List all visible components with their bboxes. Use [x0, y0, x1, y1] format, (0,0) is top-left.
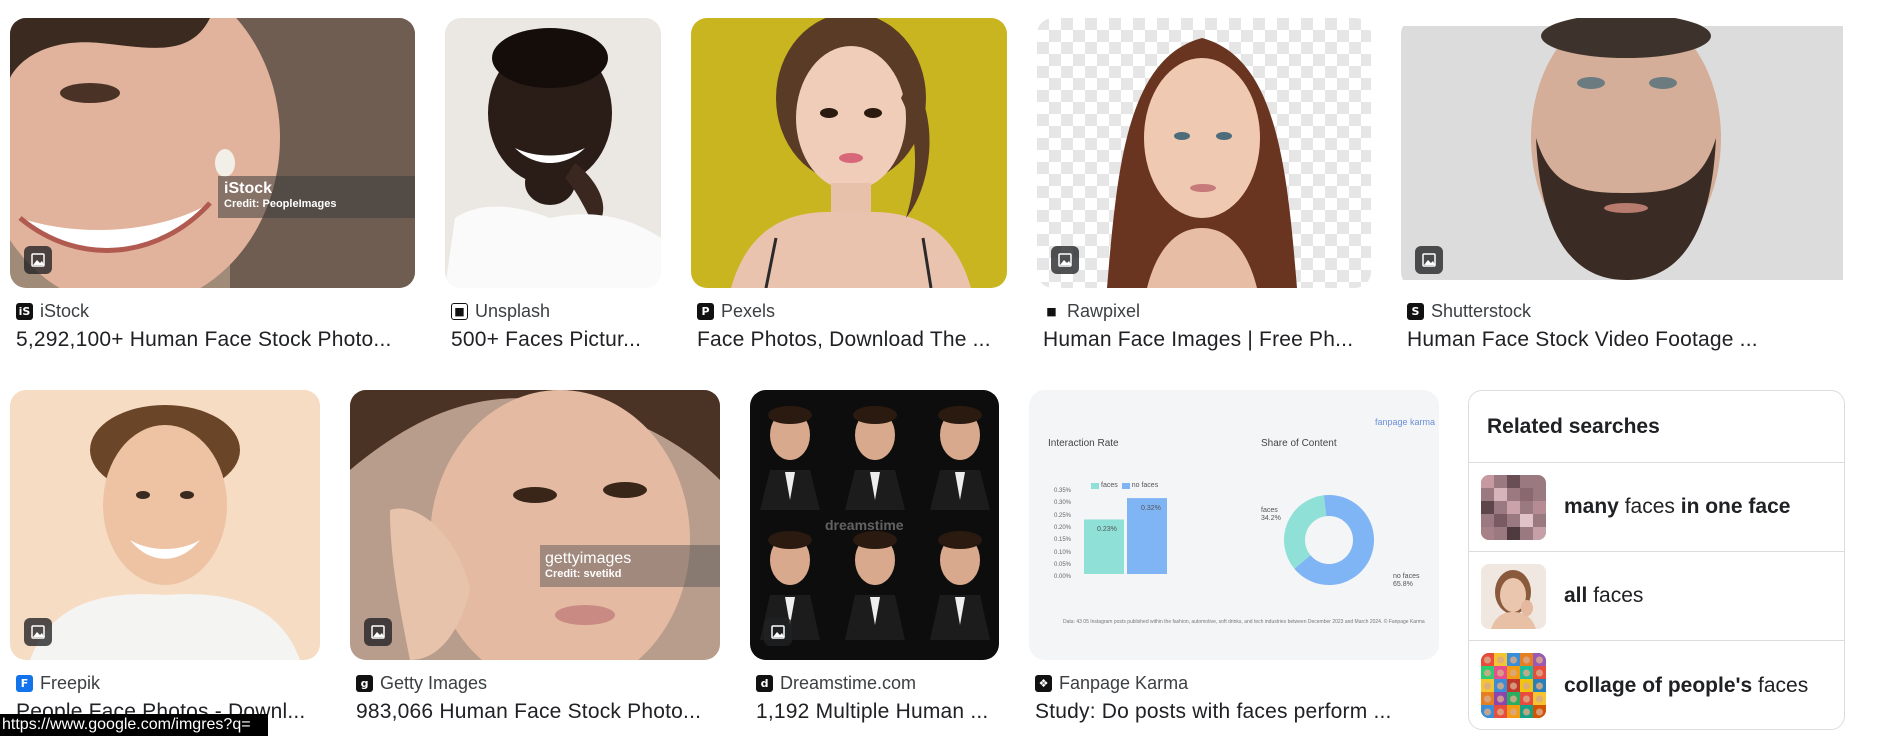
source-name: Dreamstime.com — [780, 672, 917, 693]
source-name: iStock — [40, 300, 90, 321]
source-name: Fanpage Karma — [1059, 672, 1189, 693]
dreamstime-watermark: dreamstime — [825, 517, 904, 533]
related-search-text: many faces in one face — [1564, 495, 1791, 518]
woman-closeup-image — [350, 390, 720, 660]
woman-transparent-background-image — [1037, 18, 1371, 288]
related-search-text: collage of people's faces — [1564, 673, 1809, 697]
result-title[interactable]: Study: Do posts with faces perform ... — [1035, 700, 1445, 726]
image-badge-icon — [1051, 246, 1079, 274]
result-source: S Shutterstock — [1407, 300, 1531, 322]
donut-slice-faces — [1284, 495, 1327, 569]
pie-faces-label: faces 34.2% — [1261, 507, 1281, 522]
result-thumbnail[interactable]: dreamstime — [750, 390, 999, 660]
freepik-favicon-icon: F — [16, 674, 33, 692]
getty-favicon-icon: g — [356, 674, 373, 692]
result-thumbnail[interactable]: fanpage karma Interaction Rate Share of … — [1029, 390, 1439, 660]
y-tick-label: 0.20% — [1054, 524, 1072, 531]
result-source: ■ Rawpixel — [1043, 300, 1140, 322]
result-source: ❖ Fanpage Karma — [1035, 672, 1188, 694]
getty-watermark: gettyimages Credit: svetikd — [545, 550, 632, 580]
result-source: ■ Unsplash — [451, 300, 550, 322]
bar-faces-label: 0.23% — [1097, 526, 1117, 533]
donut-chart — [1284, 495, 1374, 585]
y-tick-label: 0.05% — [1054, 561, 1072, 568]
chart-footnote: Data: 43 05 Instagram posts published wi… — [1063, 619, 1425, 625]
smiling-man-image — [445, 18, 661, 288]
result-title[interactable]: 983,066 Human Face Stock Photo... — [356, 700, 726, 726]
result-title[interactable]: Human Face Stock Video Footage ... — [1407, 328, 1851, 354]
smiling-woman-closeup-image — [10, 18, 415, 288]
related-thumbnail — [1481, 563, 1546, 629]
image-badge-icon — [24, 246, 52, 274]
bearded-man-image — [1401, 18, 1845, 288]
related-search-text: all faces — [1564, 584, 1644, 607]
shutterstock-favicon-icon: S — [1407, 302, 1424, 320]
rawpixel-favicon-icon: ■ — [1043, 302, 1060, 320]
woman-face-image — [1481, 563, 1546, 629]
related-thumbnail — [1481, 474, 1546, 540]
smiling-young-man-image — [10, 390, 320, 660]
related-thumbnail — [1481, 653, 1546, 718]
legend-no-faces-label: no faces — [1131, 482, 1159, 489]
mosaic-face-image — [1481, 474, 1546, 540]
result-thumbnail[interactable]: gettyimages Credit: svetikd — [350, 390, 720, 660]
y-tick-label: 0.30% — [1054, 500, 1072, 507]
source-name: Pexels — [721, 300, 776, 321]
bar-no-faces-label: 0.32% — [1141, 505, 1161, 512]
source-name: Unsplash — [475, 300, 551, 321]
result-source: iS iStock — [16, 300, 89, 322]
woman-yellow-background-image — [691, 18, 1007, 288]
y-tick-label: 0.00% — [1054, 574, 1072, 581]
fanpage-karma-favicon-icon: ❖ — [1035, 674, 1052, 692]
pie-no-faces-label: no faces 65.8% — [1393, 573, 1420, 588]
source-name: Getty Images — [380, 672, 488, 693]
result-thumbnail[interactable] — [691, 18, 1007, 288]
source-name: Rawpixel — [1067, 300, 1141, 321]
result-title[interactable]: 1,192 Multiple Human ... — [756, 700, 1005, 726]
status-bar-url: https://www.google.com/imgres?q= — [0, 714, 268, 736]
result-thumbnail[interactable]: iStock Credit: PeopleImages — [10, 18, 415, 288]
image-badge-icon — [364, 618, 392, 646]
image-badge-icon — [764, 618, 792, 646]
result-thumbnail[interactable] — [10, 390, 320, 660]
result-title[interactable]: 5,292,100+ Human Face Stock Photo... — [16, 328, 416, 354]
result-thumbnail[interactable] — [1037, 18, 1371, 288]
result-title[interactable]: Face Photos, Download The ... — [697, 328, 1013, 354]
image-badge-icon — [1415, 246, 1443, 274]
result-source: P Pexels — [697, 300, 775, 322]
result-title[interactable]: 500+ Faces Pictur... — [451, 328, 667, 354]
legend-faces-label: faces — [1101, 482, 1118, 489]
y-tick-label: 0.10% — [1054, 549, 1072, 556]
faces-collage-image — [1481, 653, 1546, 718]
result-thumbnail[interactable] — [445, 18, 661, 288]
related-search-many-faces[interactable]: many faces in one face — [1469, 463, 1844, 552]
unsplash-favicon-icon: ■ — [451, 302, 468, 320]
related-search-all-faces[interactable]: all faces — [1469, 552, 1844, 641]
y-tick-label: 0.15% — [1054, 537, 1072, 544]
related-searches-heading: Related searches — [1469, 391, 1844, 463]
legend: faces no faces — [1091, 482, 1158, 489]
y-tick-label: 0.35% — [1054, 488, 1072, 494]
result-thumbnail[interactable] — [1401, 18, 1845, 288]
related-search-collage-faces[interactable]: collage of people's faces — [1469, 641, 1844, 729]
source-name: Shutterstock — [1431, 300, 1532, 321]
source-name: Freepik — [40, 672, 101, 693]
legend-no-faces-swatch — [1121, 482, 1130, 489]
result-source: g Getty Images — [356, 672, 487, 694]
result-title[interactable]: Human Face Images | Free Ph... — [1043, 328, 1377, 354]
pexels-favicon-icon: P — [697, 302, 714, 320]
image-badge-icon — [24, 618, 52, 646]
istock-favicon-icon: iS — [16, 302, 33, 320]
related-searches-panel: Related searches many faces in one face — [1468, 390, 1845, 730]
result-source: d Dreamstime.com — [756, 672, 916, 694]
y-tick-label: 0.25% — [1054, 512, 1072, 519]
dreamstime-favicon-icon: d — [756, 674, 773, 692]
result-source: F Freepik — [16, 672, 100, 694]
istock-watermark: iStock Credit: PeopleImages — [224, 180, 337, 210]
legend-faces-swatch — [1091, 482, 1099, 489]
